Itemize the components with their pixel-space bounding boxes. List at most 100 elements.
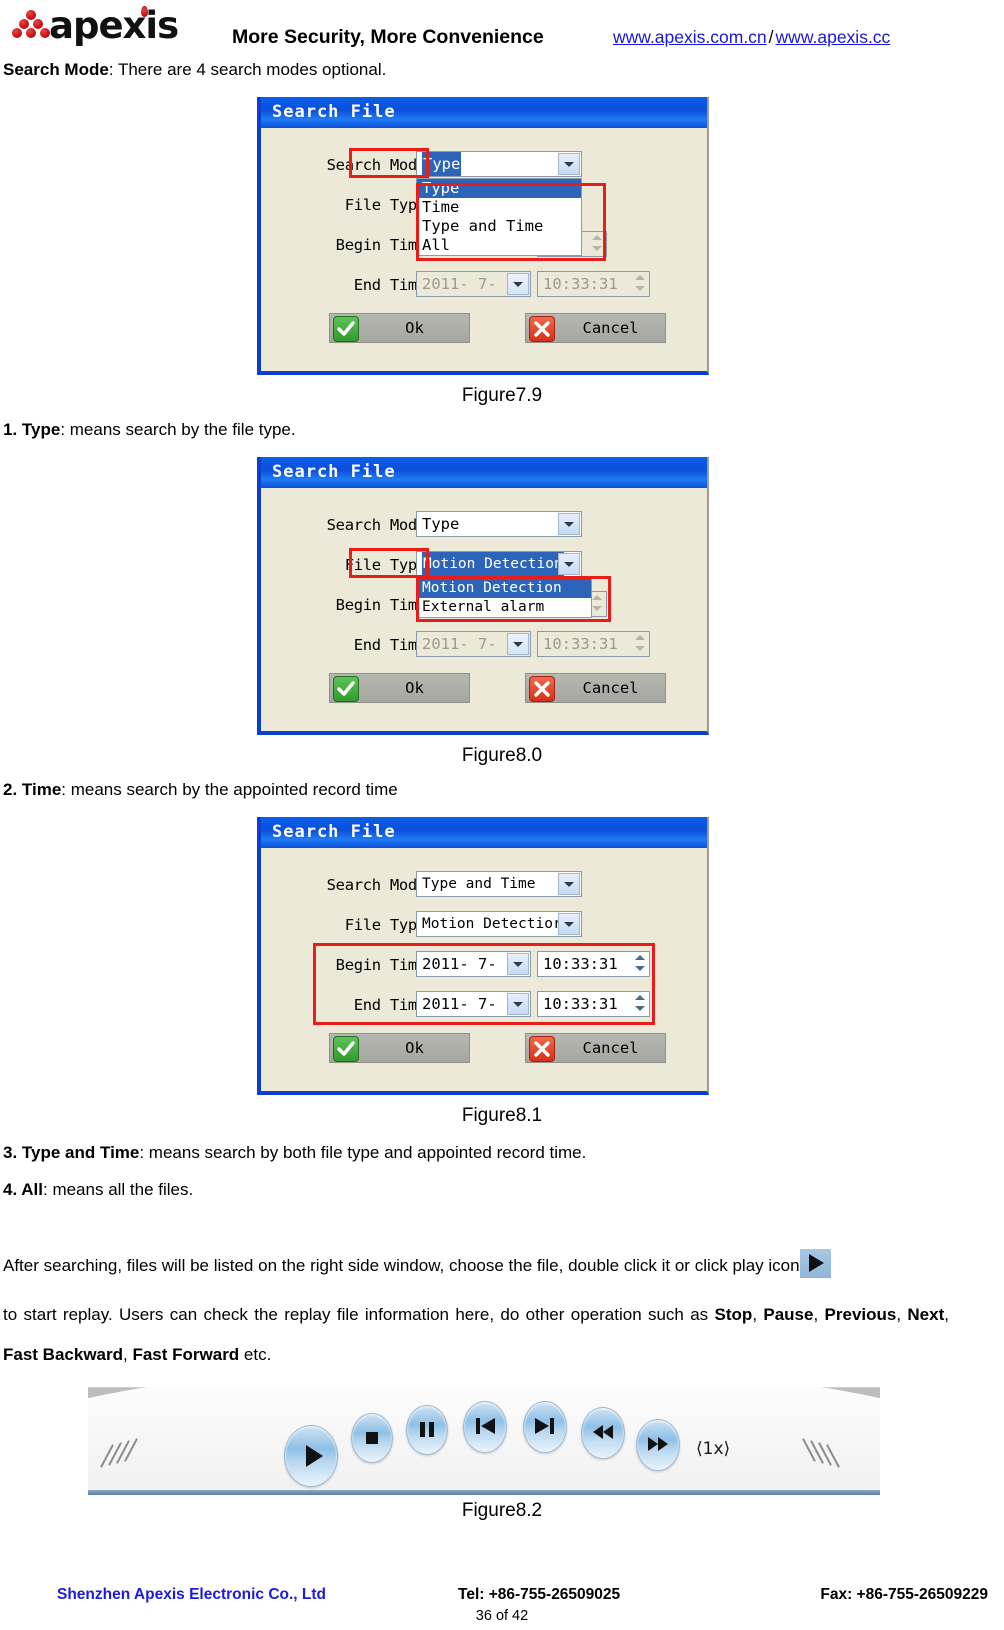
label-end-time: End Time	[353, 996, 427, 1014]
search-mode-value: Type	[422, 152, 462, 176]
list-item-4-term: 4. All	[3, 1180, 43, 1199]
cancel-button[interactable]: Cancel	[525, 1033, 666, 1063]
sep: ,	[752, 1305, 764, 1324]
end-date-value: 2011- 7- 8	[422, 635, 516, 653]
ok-button-label: Ok	[405, 1039, 424, 1057]
search-file-dialog-1[interactable]: Search File Search Mode Type File Type B…	[257, 97, 709, 375]
end-date-field[interactable]: 2011- 7- 8	[416, 271, 531, 297]
figure-caption-8-2: Figure8.2	[461, 1500, 543, 1521]
search-mode-combo[interactable]: Type and Time	[416, 871, 582, 897]
end-date-value: 2011- 7- 8	[422, 275, 516, 293]
end-time-value: 10:33:31	[543, 635, 618, 653]
end-date-chevron-down-icon[interactable]	[507, 273, 529, 295]
end-date-value: 2011- 7- 8	[422, 995, 516, 1013]
list-item-2-term: 2. Time	[3, 780, 62, 799]
chevron-down-icon[interactable]	[558, 553, 580, 575]
search-mode-combo[interactable]: Type	[416, 151, 582, 177]
logo-dots-icon	[8, 10, 54, 44]
list-item-2-rest: : means search by the appointed record t…	[61, 780, 398, 799]
file-type-dropdown-list[interactable]: Motion Detection External alarm	[416, 578, 592, 618]
begin-date-chevron-down-icon[interactable]	[507, 953, 529, 975]
file-type-value: Motion Detectior	[422, 916, 562, 932]
op-next: Next	[907, 1305, 945, 1324]
link-apexis-com-cn[interactable]: www.apexis.com.cn	[613, 27, 767, 47]
play-icon[interactable]	[799, 1249, 831, 1278]
end-date-chevron-down-icon[interactable]	[507, 633, 529, 655]
pause-button[interactable]	[406, 1405, 448, 1455]
row-file-type: File Type Motion Detectior	[261, 910, 713, 940]
replay-instructions-paragraph-2: to start replay. Users can check the rep…	[3, 1295, 949, 1375]
end-time-spinner[interactable]	[632, 993, 648, 1015]
list-item-1-rest: : means search by the file type.	[60, 420, 296, 439]
ok-button[interactable]: Ok	[329, 1033, 470, 1063]
player-right-hatch-decor	[802, 1438, 866, 1473]
search-file-dialog-2[interactable]: Search File Search Mode Type File Type M…	[257, 457, 709, 735]
label-begin-time: Begin Time	[335, 956, 427, 974]
figure-caption-7-9: Figure7.9	[461, 385, 543, 406]
end-time-field[interactable]: 10:33:31	[537, 631, 650, 657]
begin-time-spinner[interactable]	[589, 233, 605, 255]
chevron-down-icon[interactable]	[558, 153, 580, 175]
play-button[interactable]	[284, 1425, 338, 1487]
row-search-mode: Search Mode Type	[261, 150, 713, 180]
dropdown-option[interactable]: Type	[417, 179, 581, 198]
end-time-spinner[interactable]	[632, 273, 648, 295]
list-item-4: 4. All: means all the files.	[3, 1180, 193, 1200]
stop-button[interactable]	[351, 1413, 393, 1463]
file-type-combo[interactable]: Motion Detection	[416, 551, 582, 577]
link-apexis-cc[interactable]: www.apexis.cc	[776, 27, 891, 47]
label-search-mode: Search Mode	[326, 516, 427, 534]
search-mode-dropdown-list[interactable]: Type Time Type and Time All	[416, 178, 582, 256]
begin-date-field[interactable]: 2011- 7- 8	[416, 951, 531, 977]
row-search-mode: Search Mode Type	[261, 510, 713, 540]
search-mode-combo[interactable]: Type	[416, 511, 582, 537]
chevron-down-icon[interactable]	[558, 873, 580, 895]
intro-term: Search Mode	[3, 60, 109, 79]
begin-time-field[interactable]: 10:33:31	[537, 951, 650, 977]
dropdown-option[interactable]: Type and Time	[417, 217, 581, 236]
replay-instructions-paragraph: After searching, files will be listed on…	[3, 1246, 949, 1286]
op-fast-backward: Fast Backward	[3, 1345, 123, 1364]
dialog-body: Search Mode Type File Type Begin Time :3…	[261, 128, 707, 371]
list-item-2: 2. Time: means search by the appointed r…	[3, 780, 398, 800]
dropdown-option[interactable]: External alarm	[417, 598, 591, 617]
next-button[interactable]	[523, 1401, 567, 1453]
list-item-4-rest: : means all the files.	[43, 1180, 194, 1199]
end-time-spinner[interactable]	[632, 633, 648, 655]
dropdown-option[interactable]: Time	[417, 198, 581, 217]
end-date-field[interactable]: 2011- 7- 8	[416, 631, 531, 657]
cancel-button-label: Cancel	[582, 679, 639, 697]
row-search-mode: Search Mode Type and Time	[261, 870, 713, 900]
ok-button[interactable]: Ok	[329, 673, 470, 703]
paragraph-tail: etc.	[239, 1345, 272, 1364]
file-type-combo[interactable]: Motion Detectior	[416, 911, 582, 937]
dropdown-option[interactable]: All	[417, 236, 581, 255]
previous-button[interactable]	[463, 1401, 507, 1453]
ok-button[interactable]: Ok	[329, 313, 470, 343]
fast-forward-button[interactable]	[636, 1419, 680, 1471]
search-file-dialog-3[interactable]: Search File Search Mode Type and Time Fi…	[257, 817, 709, 1095]
end-time-field[interactable]: 10:33:31	[537, 271, 650, 297]
end-date-field[interactable]: 2011- 7- 8	[416, 991, 531, 1017]
paragraph-part-1: After searching, files will be listed on…	[3, 1256, 800, 1275]
checkmark-icon	[333, 316, 359, 342]
ok-button-label: Ok	[405, 679, 424, 697]
media-player-control-bar[interactable]: ⟨1x⟩	[88, 1387, 880, 1495]
begin-time-spinner[interactable]	[632, 953, 648, 975]
sep: ,	[813, 1305, 825, 1324]
chevron-down-icon[interactable]	[558, 513, 580, 535]
end-date-chevron-down-icon[interactable]	[507, 993, 529, 1015]
end-time-field[interactable]: 10:33:31	[537, 991, 650, 1017]
page-header: apexis More Security, More Convenience w…	[0, 0, 1004, 58]
op-fast-forward: Fast Forward	[132, 1345, 240, 1364]
checkmark-icon	[333, 676, 359, 702]
label-file-type: File Type	[344, 916, 427, 934]
logo-wordmark: apexis	[49, 4, 179, 47]
cancel-button[interactable]: Cancel	[525, 313, 666, 343]
fast-backward-button[interactable]	[581, 1407, 625, 1459]
list-item-3: 3. Type and Time: means search by both f…	[3, 1143, 586, 1163]
list-item-1: 1. Type: means search by the file type.	[3, 420, 296, 440]
cancel-button[interactable]: Cancel	[525, 673, 666, 703]
chevron-down-icon[interactable]	[558, 913, 580, 935]
dropdown-option[interactable]: Motion Detection	[417, 579, 591, 598]
